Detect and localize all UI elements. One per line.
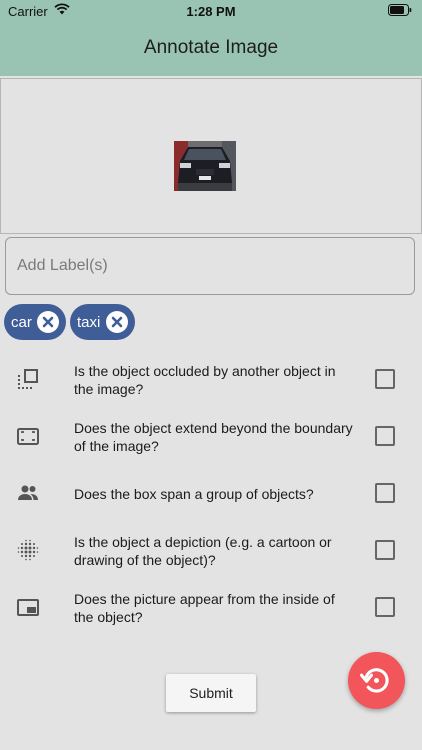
question-text: Does the box span a group of objects?: [74, 486, 314, 502]
question-text: Is the object a depiction (e.g. a cartoo…: [74, 534, 332, 568]
tag-chip-taxi[interactable]: taxi: [70, 304, 135, 340]
page-title: Annotate Image: [143, 37, 279, 58]
question-inside: Does the picture appear from the inside …: [0, 583, 422, 633]
question-occluded: Is the object occluded by another object…: [0, 355, 422, 405]
restore-icon: [359, 668, 389, 693]
picture-in-picture-icon: [17, 599, 39, 616]
inside-checkbox[interactable]: [375, 597, 395, 617]
group-people-icon: [18, 485, 38, 500]
status-bar: Carrier 1:28 PM: [0, 0, 422, 22]
question-text: Does the picture appear from the inside …: [74, 591, 335, 625]
image-preview: [0, 78, 422, 234]
question-text: Does the object extend beyond the bounda…: [74, 420, 353, 454]
question-depiction: Is the object a depiction (e.g. a cartoo…: [0, 526, 422, 576]
submit-button[interactable]: Submit: [166, 674, 256, 712]
tag-label: taxi: [77, 314, 101, 331]
nav-bar: Annotate Image: [0, 22, 422, 76]
crop-frame-icon: [17, 428, 39, 445]
occluded-checkbox[interactable]: [375, 369, 395, 389]
dots-pattern-icon: [17, 539, 39, 561]
remove-tag-icon[interactable]: [106, 311, 128, 333]
occluded-icon: [18, 369, 38, 389]
tag-label: car: [11, 314, 32, 331]
remove-tag-icon[interactable]: [37, 311, 59, 333]
battery-icon: [388, 4, 412, 16]
question-text: Is the object occluded by another object…: [74, 363, 336, 397]
question-truncated: Does the object extend beyond the bounda…: [0, 412, 422, 462]
truncated-checkbox[interactable]: [375, 426, 395, 446]
clock: 1:28 PM: [186, 4, 236, 19]
tag-chip-car[interactable]: car: [4, 304, 66, 340]
reset-fab[interactable]: [348, 652, 405, 709]
depiction-checkbox[interactable]: [375, 540, 395, 560]
car-thumbnail[interactable]: [174, 141, 236, 191]
question-group: Does the box span a group of objects?: [0, 469, 422, 519]
add-label-input[interactable]: [5, 237, 415, 295]
group-checkbox[interactable]: [375, 483, 395, 503]
